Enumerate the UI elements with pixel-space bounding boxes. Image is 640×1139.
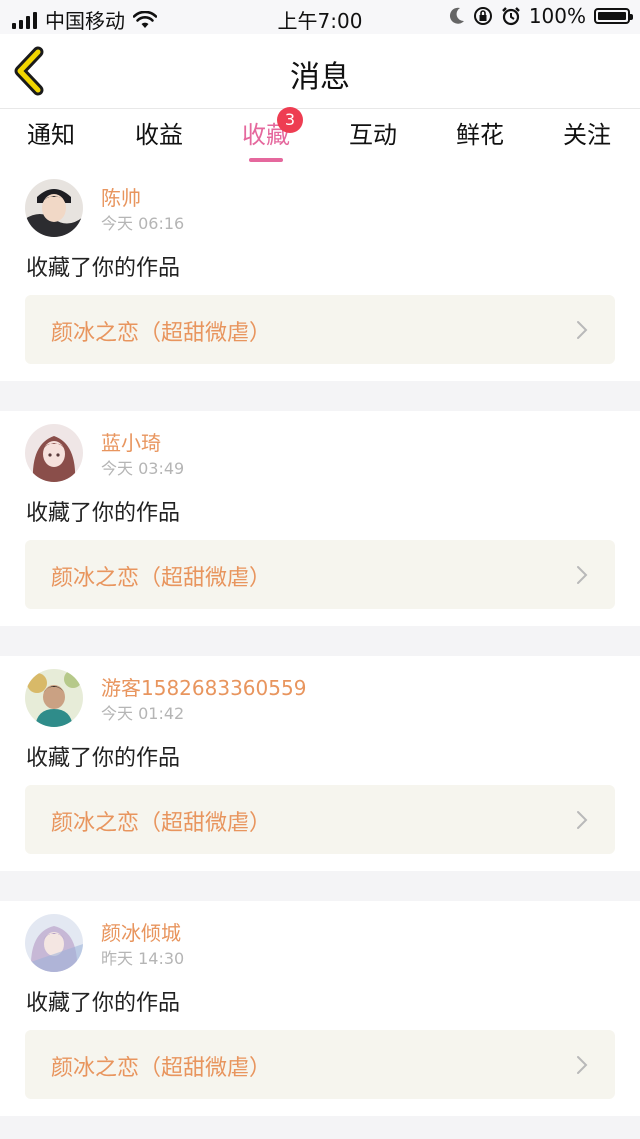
- avatar[interactable]: [25, 424, 83, 482]
- username[interactable]: 游客1582683360559: [101, 672, 306, 701]
- tab-interactions[interactable]: 互动: [333, 115, 413, 150]
- avatar[interactable]: [25, 914, 83, 972]
- avatar[interactable]: [25, 669, 83, 727]
- tab-notifications[interactable]: 通知: [11, 115, 91, 150]
- timestamp: 今天 03:49: [101, 459, 185, 478]
- tab-earnings[interactable]: 收益: [119, 115, 199, 150]
- chevron-right-icon: [577, 1056, 588, 1074]
- timestamp: 昨天 14:30: [101, 949, 185, 968]
- tab-following[interactable]: 关注: [547, 115, 627, 150]
- username[interactable]: 蓝小琦: [101, 427, 161, 456]
- work-link[interactable]: 颜冰之恋（超甜微虐）: [25, 785, 615, 854]
- work-title: 颜冰之恋（超甜微虐）: [51, 811, 272, 836]
- timestamp: 今天 06:16: [101, 214, 185, 233]
- timestamp: 今天 01:42: [101, 704, 185, 723]
- username[interactable]: 陈帅: [101, 182, 141, 211]
- unread-badge: 3: [277, 107, 303, 133]
- action-text: 收藏了你的作品: [26, 991, 181, 1016]
- message-card: 游客1582683360559 今天 01:42 收藏了你的作品 颜冰之恋（超甜…: [0, 656, 640, 871]
- moon-icon: [449, 7, 464, 24]
- work-title: 颜冰之恋（超甜微虐）: [51, 566, 272, 591]
- tab-flowers[interactable]: 鲜花: [440, 115, 520, 150]
- status-right: 100%: [449, 4, 633, 28]
- avatar[interactable]: [25, 179, 83, 237]
- action-text: 收藏了你的作品: [26, 501, 181, 526]
- page-title: 消息: [290, 60, 350, 95]
- rotation-lock-icon: [473, 7, 492, 25]
- work-link[interactable]: 颜冰之恋（超甜微虐）: [25, 295, 615, 364]
- message-card: 颜冰倾城 昨天 14:30 收藏了你的作品 颜冰之恋（超甜微虐）: [0, 901, 640, 1116]
- username[interactable]: 颜冰倾城: [101, 917, 181, 946]
- nav-bar: 消息: [0, 34, 640, 108]
- work-link[interactable]: 颜冰之恋（超甜微虐）: [25, 540, 615, 609]
- tab-bar: 通知 收益 收藏 3 互动 鲜花 关注: [0, 107, 640, 166]
- alarm-icon: [501, 7, 520, 26]
- work-title: 颜冰之恋（超甜微虐）: [51, 321, 272, 346]
- battery-icon: [594, 8, 633, 24]
- message-card: 蓝小琦 今天 03:49 收藏了你的作品 颜冰之恋（超甜微虐）: [0, 411, 640, 626]
- chevron-right-icon: [577, 811, 588, 829]
- status-bar: 中国移动 上午7:00 100%: [0, 0, 640, 34]
- work-title: 颜冰之恋（超甜微虐）: [51, 1056, 272, 1081]
- chevron-right-icon: [577, 566, 588, 584]
- active-tab-indicator: [249, 158, 283, 162]
- battery-percent: 100%: [528, 4, 586, 28]
- work-link[interactable]: 颜冰之恋（超甜微虐）: [25, 1030, 615, 1099]
- message-card: 陈帅 今天 06:16 收藏了你的作品 颜冰之恋（超甜微虐）: [0, 166, 640, 381]
- tab-favorites[interactable]: 收藏 3: [226, 107, 306, 162]
- action-text: 收藏了你的作品: [26, 256, 181, 281]
- chevron-right-icon: [577, 321, 588, 339]
- action-text: 收藏了你的作品: [26, 746, 181, 771]
